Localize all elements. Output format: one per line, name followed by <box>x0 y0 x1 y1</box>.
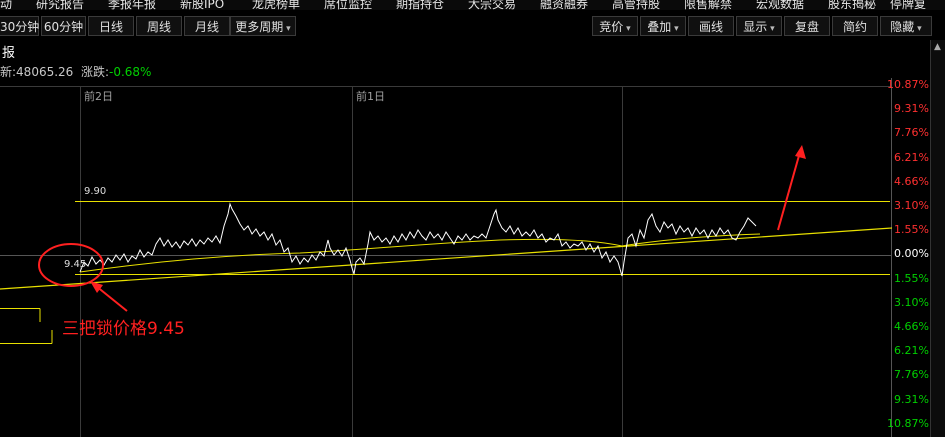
menu-item-13[interactable]: 停牌复 <box>890 0 926 10</box>
menu-item-11[interactable]: 宏观数据 <box>756 0 804 10</box>
scroll-up-icon[interactable]: ▲ <box>934 42 941 52</box>
period-button-0[interactable]: 30分钟 <box>0 16 39 36</box>
tool-button-3[interactable]: 显示 <box>736 16 782 36</box>
menu-item-4[interactable]: 龙虎榜单 <box>252 0 300 10</box>
chart-title-row: 报 <box>0 40 945 61</box>
upper-price-label: 9.90 <box>84 186 107 197</box>
annotation-arrow-up <box>777 151 801 231</box>
menu-item-3[interactable]: 新股IPO <box>180 0 224 10</box>
tool-button-0[interactable]: 竞价 <box>592 16 638 36</box>
intraday-chart[interactable] <box>0 78 892 437</box>
axis-label: 3.10% <box>894 295 929 309</box>
tool-button-5[interactable]: 简约 <box>832 16 878 36</box>
menu-item-1[interactable]: 研究报告 <box>36 0 84 10</box>
annotation-text: 三把锁价格9.45 <box>62 319 185 339</box>
axis-label: 4.66% <box>894 320 929 333</box>
avg-price-line <box>79 233 761 273</box>
axis-label: 3.10% <box>894 199 929 212</box>
period-button-4[interactable]: 月线 <box>184 16 230 36</box>
menu-item-12[interactable]: 股东揭秘 <box>828 0 876 10</box>
menu-item-7[interactable]: 大宗交易 <box>468 0 516 10</box>
chart-title: 报 <box>2 46 16 61</box>
menu-item-2[interactable]: 季报年报 <box>108 0 156 10</box>
latest-label: 新: <box>0 65 17 79</box>
period-button-2[interactable]: 日线 <box>88 16 134 36</box>
annotation-arrow-up-head <box>795 145 806 159</box>
menu-item-5[interactable]: 席位监控 <box>324 0 372 10</box>
period-button-3[interactable]: 周线 <box>136 16 182 36</box>
change-label: 涨跌: <box>80 65 109 79</box>
axis-label: 6.21% <box>894 344 929 358</box>
annotation-arrow-down <box>95 285 128 312</box>
lower-price-label: 9.45 <box>64 259 87 270</box>
period-button-1[interactable]: 60分钟 <box>41 16 86 36</box>
menu-item-6[interactable]: 期指持仓 <box>396 0 444 10</box>
trend-line <box>0 227 892 290</box>
period-button-5[interactable]: 更多周期 <box>230 16 296 36</box>
menu-item-8[interactable]: 融资融券 <box>540 0 588 10</box>
tool-button-4[interactable]: 复盘 <box>784 16 830 36</box>
period-toolbar: 30分钟60分钟日线周线月线更多周期 竞价叠加画线显示复盘简约隐藏 <box>0 14 945 38</box>
axis-label: 1.55% <box>894 223 929 237</box>
tool-button-1[interactable]: 叠加 <box>640 16 686 36</box>
axis-label: 9.31% <box>894 392 929 406</box>
axis-label: 7.76% <box>894 126 929 140</box>
menu-item-0[interactable]: 动 <box>0 0 12 10</box>
latest-value: 48065.26 <box>16 65 74 79</box>
axis-label: 6.21% <box>894 150 929 164</box>
axis-label: 7.76% <box>894 368 929 382</box>
top-menu-bar: 动 研究报告 季报年报 新股IPO 龙虎榜单 席位监控 期指持仓 大宗交易 融资融券 高管持股 限售… <box>0 0 945 10</box>
axis-label: 0.00% <box>894 247 929 261</box>
menu-item-9[interactable]: 高管持股 <box>612 0 660 10</box>
axis-label: 9.31% <box>894 102 929 116</box>
price-line <box>79 202 757 277</box>
tool-button-6[interactable]: 隐藏 <box>880 16 932 36</box>
axis-label: 10.87% <box>887 78 929 91</box>
vertical-scrollbar[interactable]: ▲ <box>930 40 945 437</box>
axis-label: 1.55% <box>894 271 929 285</box>
menu-item-10[interactable]: 限售解禁 <box>684 0 732 10</box>
change-value: -0.68% <box>109 65 152 79</box>
axis-label: 10.87% <box>887 416 929 430</box>
axis-label: 4.66% <box>894 174 929 188</box>
tool-button-2[interactable]: 画线 <box>688 16 734 36</box>
